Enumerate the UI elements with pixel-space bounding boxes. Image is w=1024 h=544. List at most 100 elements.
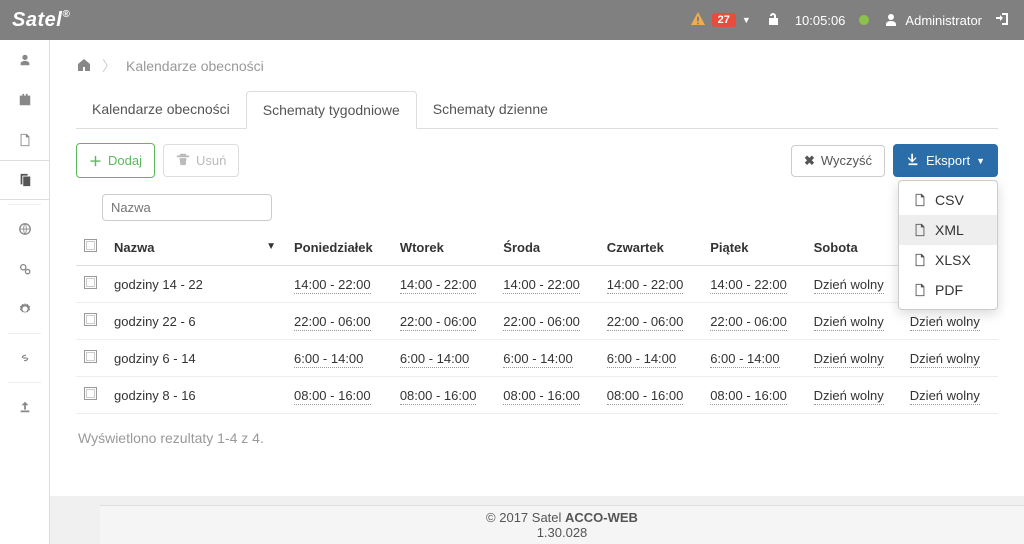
link-icon bbox=[18, 351, 32, 365]
cell-mon: 14:00 - 22:00 bbox=[286, 266, 392, 303]
cell-name: godziny 22 - 6 bbox=[106, 303, 286, 340]
cell-sat: Dzień wolny bbox=[806, 340, 902, 377]
cell-name: godziny 14 - 22 bbox=[106, 266, 286, 303]
cell-wed: 22:00 - 06:00 bbox=[495, 303, 598, 340]
unlock-icon[interactable] bbox=[765, 11, 781, 30]
nav-item-globe[interactable] bbox=[0, 209, 49, 249]
caret-down-icon: ▼ bbox=[976, 156, 985, 166]
tab-attendance-calendars[interactable]: Kalendarze obecności bbox=[76, 91, 246, 129]
user-menu[interactable]: Administrator bbox=[883, 12, 982, 28]
sort-desc-icon: ▼ bbox=[266, 241, 276, 252]
topbar: Satel® 27 ▼ 10:05:06 Administrator bbox=[0, 0, 1024, 40]
cell-wed: 6:00 - 14:00 bbox=[495, 340, 598, 377]
table-row[interactable]: godziny 8 - 1608:00 - 16:0008:00 - 16:00… bbox=[76, 377, 998, 414]
breadcrumb-current: Kalendarze obecności bbox=[126, 58, 264, 74]
nav-item-user[interactable] bbox=[0, 40, 49, 80]
table-row[interactable]: godziny 6 - 146:00 - 14:006:00 - 14:006:… bbox=[76, 340, 998, 377]
cell-thu: 14:00 - 22:00 bbox=[599, 266, 702, 303]
col-tue[interactable]: Wtorek bbox=[392, 229, 495, 266]
logout-icon bbox=[996, 11, 1012, 27]
col-thu[interactable]: Czwartek bbox=[599, 229, 702, 266]
alert-badge: 27 bbox=[712, 13, 736, 27]
nav-item-calendar[interactable] bbox=[0, 80, 49, 120]
tabs: Kalendarze obecności Schematy tygodniowe… bbox=[76, 90, 998, 129]
col-name[interactable]: Nazwa ▼ bbox=[106, 229, 286, 266]
document-icon bbox=[18, 133, 32, 147]
export-pdf[interactable]: PDF bbox=[899, 275, 997, 305]
export-button-label: Eksport bbox=[926, 153, 970, 168]
select-all-checkbox[interactable] bbox=[84, 239, 97, 252]
row-checkbox[interactable] bbox=[84, 313, 97, 326]
col-sat[interactable]: Sobota bbox=[806, 229, 902, 266]
file-icon bbox=[913, 193, 927, 207]
left-sidebar bbox=[0, 40, 50, 544]
copy-icon bbox=[18, 173, 32, 187]
export-csv-label: CSV bbox=[935, 192, 964, 208]
close-icon: ✖ bbox=[804, 153, 815, 169]
footer-product: ACCO-WEB bbox=[565, 510, 638, 525]
col-fri[interactable]: Piątek bbox=[702, 229, 805, 266]
delete-button[interactable]: Usuń bbox=[163, 144, 239, 177]
file-icon bbox=[913, 283, 927, 297]
cell-fri: 14:00 - 22:00 bbox=[702, 266, 805, 303]
col-wed[interactable]: Środa bbox=[495, 229, 598, 266]
cell-mon: 22:00 - 06:00 bbox=[286, 303, 392, 340]
nav-item-gears[interactable] bbox=[0, 249, 49, 289]
user-name: Administrator bbox=[905, 13, 982, 28]
cell-tue: 08:00 - 16:00 bbox=[392, 377, 495, 414]
download-icon bbox=[906, 152, 920, 169]
home-icon[interactable] bbox=[76, 57, 92, 76]
export-dropdown: CSV XML XLSX PDF bbox=[898, 180, 998, 310]
cell-wed: 08:00 - 16:00 bbox=[495, 377, 598, 414]
toolbar: ＋ Dodaj Usuń ✖ Wyczyść Eksport bbox=[76, 143, 998, 178]
nav-item-upload[interactable] bbox=[0, 387, 49, 427]
clock-time: 10:05:06 bbox=[795, 13, 846, 28]
logout-button[interactable] bbox=[996, 11, 1012, 30]
upload-icon bbox=[18, 400, 32, 414]
cell-fri: 08:00 - 16:00 bbox=[702, 377, 805, 414]
add-button[interactable]: ＋ Dodaj bbox=[76, 143, 155, 178]
warning-indicator[interactable]: 27 ▼ bbox=[690, 11, 751, 30]
nav-item-link[interactable] bbox=[0, 338, 49, 378]
add-button-label: Dodaj bbox=[108, 153, 142, 168]
cell-mon: 6:00 - 14:00 bbox=[286, 340, 392, 377]
cell-sun: Dzień wolny bbox=[902, 377, 998, 414]
export-button[interactable]: Eksport ▼ bbox=[893, 144, 998, 177]
cell-name: godziny 6 - 14 bbox=[106, 340, 286, 377]
file-icon bbox=[913, 253, 927, 267]
clear-button[interactable]: ✖ Wyczyść bbox=[791, 145, 885, 177]
export-xml[interactable]: XML bbox=[899, 215, 997, 245]
col-mon[interactable]: Poniedziałek bbox=[286, 229, 392, 266]
table-row[interactable]: godziny 22 - 622:00 - 06:0022:00 - 06:00… bbox=[76, 303, 998, 340]
cell-name: godziny 8 - 16 bbox=[106, 377, 286, 414]
cell-tue: 6:00 - 14:00 bbox=[392, 340, 495, 377]
export-xlsx[interactable]: XLSX bbox=[899, 245, 997, 275]
calendar-icon bbox=[18, 93, 32, 107]
cell-fri: 22:00 - 06:00 bbox=[702, 303, 805, 340]
delete-button-label: Usuń bbox=[196, 153, 226, 168]
tab-daily-schemas[interactable]: Schematy dzienne bbox=[417, 91, 564, 129]
row-checkbox[interactable] bbox=[84, 387, 97, 400]
clear-button-label: Wyczyść bbox=[821, 153, 872, 168]
tab-weekly-schemas[interactable]: Schematy tygodniowe bbox=[246, 91, 417, 129]
file-icon bbox=[913, 223, 927, 237]
warning-icon bbox=[690, 11, 706, 30]
nav-item-document[interactable] bbox=[0, 120, 49, 160]
breadcrumb: 〉 Kalendarze obecności bbox=[76, 56, 998, 76]
footer-version: 1.30.028 bbox=[100, 525, 1024, 540]
export-csv[interactable]: CSV bbox=[899, 185, 997, 215]
row-checkbox[interactable] bbox=[84, 276, 97, 289]
cell-thu: 22:00 - 06:00 bbox=[599, 303, 702, 340]
gears-icon bbox=[18, 262, 32, 276]
table-row[interactable]: godziny 14 - 2214:00 - 22:0014:00 - 22:0… bbox=[76, 266, 998, 303]
row-checkbox[interactable] bbox=[84, 350, 97, 363]
footer: © 2017 Satel ACCO-WEB 1.30.028 bbox=[100, 505, 1024, 544]
nav-item-copy[interactable] bbox=[0, 160, 49, 200]
export-xlsx-label: XLSX bbox=[935, 252, 971, 268]
gear-icon bbox=[18, 302, 32, 316]
nav-item-settings[interactable] bbox=[0, 289, 49, 329]
export-pdf-label: PDF bbox=[935, 282, 963, 298]
cell-sat: Dzień wolny bbox=[806, 377, 902, 414]
cell-thu: 08:00 - 16:00 bbox=[599, 377, 702, 414]
name-filter-input[interactable] bbox=[102, 194, 272, 221]
